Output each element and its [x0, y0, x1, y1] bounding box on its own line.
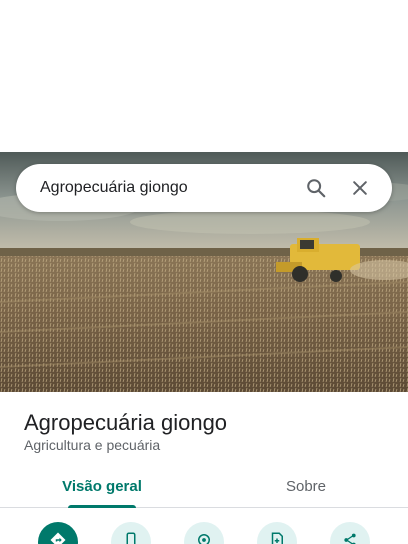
save-icon: [268, 531, 286, 544]
tab-bar: Visão geral Sobre: [0, 466, 408, 508]
directions-icon: [49, 531, 67, 544]
place-details-screen: Agropecuária giongo Agropecuária giongo …: [0, 0, 408, 544]
phone-icon: [122, 531, 140, 544]
share-icon: [341, 531, 359, 544]
tab-overview[interactable]: Visão geral: [0, 466, 204, 508]
place-title: Agropecuária giongo: [24, 410, 228, 435]
share-button[interactable]: [330, 522, 370, 544]
call-button[interactable]: [111, 522, 151, 544]
location-icon: [195, 531, 213, 544]
search-icon[interactable]: [298, 170, 334, 206]
search-input[interactable]: Agropecuária giongo: [40, 179, 290, 197]
close-icon[interactable]: [342, 170, 378, 206]
tab-about[interactable]: Sobre: [204, 466, 408, 507]
save-button[interactable]: [257, 522, 297, 544]
search-bar[interactable]: Agropecuária giongo: [16, 164, 392, 212]
place-category: Agricultura e pecuária: [24, 437, 161, 453]
directions-button[interactable]: [38, 522, 78, 544]
action-buttons: [0, 522, 408, 544]
nearby-button[interactable]: [184, 522, 224, 544]
